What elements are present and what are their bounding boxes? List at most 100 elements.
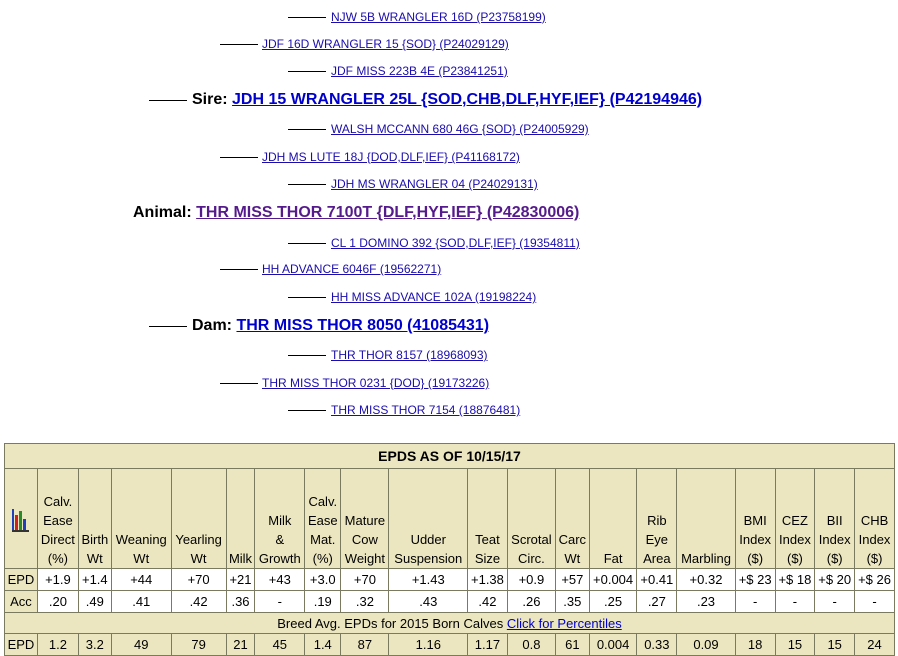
acc-value-cell: .23: [676, 590, 736, 613]
epd-value-cell: +21: [225, 568, 256, 591]
breed-avg-value-cell: 1.17: [467, 633, 508, 656]
epd-value-cell: +43: [254, 568, 306, 591]
pedigree-connector: [288, 410, 326, 411]
pedigree-connector: [288, 129, 326, 130]
pedigree-connector: [288, 184, 326, 185]
column-header-line: Index: [779, 532, 811, 547]
epd-column-header: Carc Wt: [554, 468, 590, 569]
breed-avg-value-cell: 61: [554, 633, 590, 656]
column-header-line: Wt: [190, 551, 207, 566]
pedigree-link-dam-dam-sire[interactable]: THR THOR 8157 (18968093): [331, 348, 488, 362]
epd-row: EPD +1.9 +1.4 +44 +70 +21 +43 +3.0 +70 +1.43 +1.3…: [4, 568, 895, 591]
acc-value-cell: -: [774, 590, 816, 613]
epd-value-cell: +0.41: [636, 568, 678, 591]
epd-table-title: EPDS AS OF 10/15/17: [4, 443, 895, 469]
epd-column-header: Milk & Growth: [254, 468, 306, 569]
epd-column-header: CEZ Index ($): [774, 468, 816, 569]
epd-value-cell: +44: [110, 568, 172, 591]
epd-value-cell: +1.9: [36, 568, 79, 591]
percentiles-link[interactable]: Click for Percentiles: [507, 616, 622, 631]
acc-value-cell: -: [254, 590, 306, 613]
column-header-line: (%): [312, 551, 333, 566]
epd-column-header: Calv. Ease Mat. (%): [304, 468, 342, 569]
column-header-line: ($): [786, 551, 803, 566]
pedigree-connector: [149, 326, 187, 327]
column-header-line: Index: [739, 532, 772, 547]
column-header-line: Index: [818, 532, 851, 547]
breed-avg-value-cell: 79: [170, 633, 227, 656]
pedigree-connector: [220, 269, 258, 270]
acc-value-cell: .25: [588, 590, 638, 613]
epd-column-header: Milk: [225, 468, 256, 569]
acc-value-cell: .43: [388, 590, 469, 613]
column-header-line: Ease: [307, 513, 338, 528]
column-header-line: Calv.: [43, 494, 73, 509]
breed-avg-value-cell: 1.16: [388, 633, 469, 656]
column-header-line: CHB: [860, 513, 889, 528]
animal-link[interactable]: THR MISS THOR 7100T {DLF,HYF,IEF} (P4283…: [196, 204, 579, 221]
epd-table: EPDS AS OF 10/15/17 Calv. Ease Direct (%) Bi…: [4, 443, 895, 656]
pedigree-link-sire-dam-sire[interactable]: WALSH MCCANN 680 46G {SOD} (P24005929): [331, 122, 589, 136]
sire-label: Sire:: [192, 91, 228, 108]
epd-value-cell: +1.43: [388, 568, 469, 591]
breed-avg-text: Breed Avg. EPDs for 2015 Born Calves: [277, 615, 504, 631]
column-header-line: Calv.: [308, 494, 338, 509]
pedigree-connector: [220, 44, 258, 45]
breed-avg-value-cell: 0.33: [636, 633, 678, 656]
epd-column-header: Birth Wt: [77, 468, 112, 569]
epd-column-header: Udder Suspension: [388, 468, 469, 569]
column-header-line: Milk: [228, 551, 253, 566]
acc-value-cell: .19: [304, 590, 342, 613]
pedigree-link-dam-dam-dam[interactable]: THR MISS THOR 7154 (18876481): [331, 403, 520, 417]
acc-value-cell: .41: [110, 590, 172, 613]
pedigree-link-dam-sire-dam[interactable]: HH MISS ADVANCE 102A (19198224): [331, 290, 536, 304]
epd-column-header: Yearling Wt: [170, 468, 227, 569]
bar-chart-icon[interactable]: [11, 505, 31, 533]
acc-value-cell: .20: [36, 590, 79, 613]
epd-value-cell: +3.0: [304, 568, 342, 591]
pedigree-connector: [288, 297, 326, 298]
column-header-line: Index: [858, 532, 891, 547]
dam-link[interactable]: THR MISS THOR 8050 (41085431): [236, 317, 489, 334]
pedigree-link-dam-sire[interactable]: HH ADVANCE 6046F (19562271): [262, 262, 441, 276]
epd-column-headers: Calv. Ease Direct (%) Birth Wt Weaning Wt Yearli…: [4, 468, 895, 569]
pedigree-connector: [149, 100, 187, 101]
sire-link[interactable]: JDH 15 WRANGLER 25L {SOD,CHB,DLF,HYF,IEF…: [232, 91, 702, 108]
pedigree-link-dam-dam[interactable]: THR MISS THOR 0231 {DOD} (19173226): [262, 376, 489, 390]
breed-avg-value-cell: 1.4: [304, 633, 342, 656]
epd-value-cell: +57: [554, 568, 590, 591]
column-header-line: &: [275, 532, 285, 547]
breed-avg-value-cell: 45: [254, 633, 306, 656]
acc-value-cell: -: [854, 590, 895, 613]
epd-value-cell: +$ 26: [854, 568, 895, 591]
breed-avg-value-cell: 21: [225, 633, 256, 656]
pedigree-link-dam-sire-sire[interactable]: CL 1 DOMINO 392 {SOD,DLF,IEF} (19354811): [331, 236, 580, 250]
chart-icon-cell[interactable]: [4, 468, 38, 569]
acc-row-label: Acc: [4, 590, 38, 613]
column-header-line: (%): [47, 551, 68, 566]
pedigree-link-sire-dam-dam[interactable]: JDH MS WRANGLER 04 (P24029131): [331, 177, 538, 191]
column-header-line: Eye: [645, 532, 669, 547]
column-header-line: Size: [474, 551, 501, 566]
breed-avg-value-cell: 0.004: [588, 633, 638, 656]
column-header-line: ($): [866, 551, 883, 566]
column-header-line: Birth: [81, 532, 109, 547]
epd-value-cell: +70: [170, 568, 227, 591]
pedigree-link-sire-sire[interactable]: JDF 16D WRANGLER 15 {SOD} (P24029129): [262, 37, 509, 51]
pedigree-link-sire-dam[interactable]: JDH MS LUTE 18J {DOD,DLF,IEF} (P41168172…: [262, 150, 520, 164]
epd-column-header: Rib Eye Area: [636, 468, 678, 569]
column-header-line: Direct: [40, 532, 75, 547]
acc-value-cell: .32: [340, 590, 390, 613]
pedigree-link-sire-sire-dam[interactable]: JDF MISS 223B 4E (P23841251): [331, 64, 508, 78]
epd-column-header: BII Index ($): [814, 468, 856, 569]
epd-value-cell: +0.32: [676, 568, 736, 591]
breed-avg-value-cell: 18: [734, 633, 776, 656]
breed-avg-value-cell: 87: [340, 633, 390, 656]
epd-value-cell: +70: [340, 568, 390, 591]
breed-avg-value-cell: 0.09: [676, 633, 736, 656]
pedigree-link-sire-sire-sire[interactable]: NJW 5B WRANGLER 16D (P23758199): [331, 10, 546, 24]
epd-column-header: BMI Index ($): [734, 468, 776, 569]
animal-label: Animal:: [133, 204, 192, 221]
epd-column-header: Marbling: [676, 468, 736, 569]
breed-avg-value-cell: 24: [854, 633, 895, 656]
